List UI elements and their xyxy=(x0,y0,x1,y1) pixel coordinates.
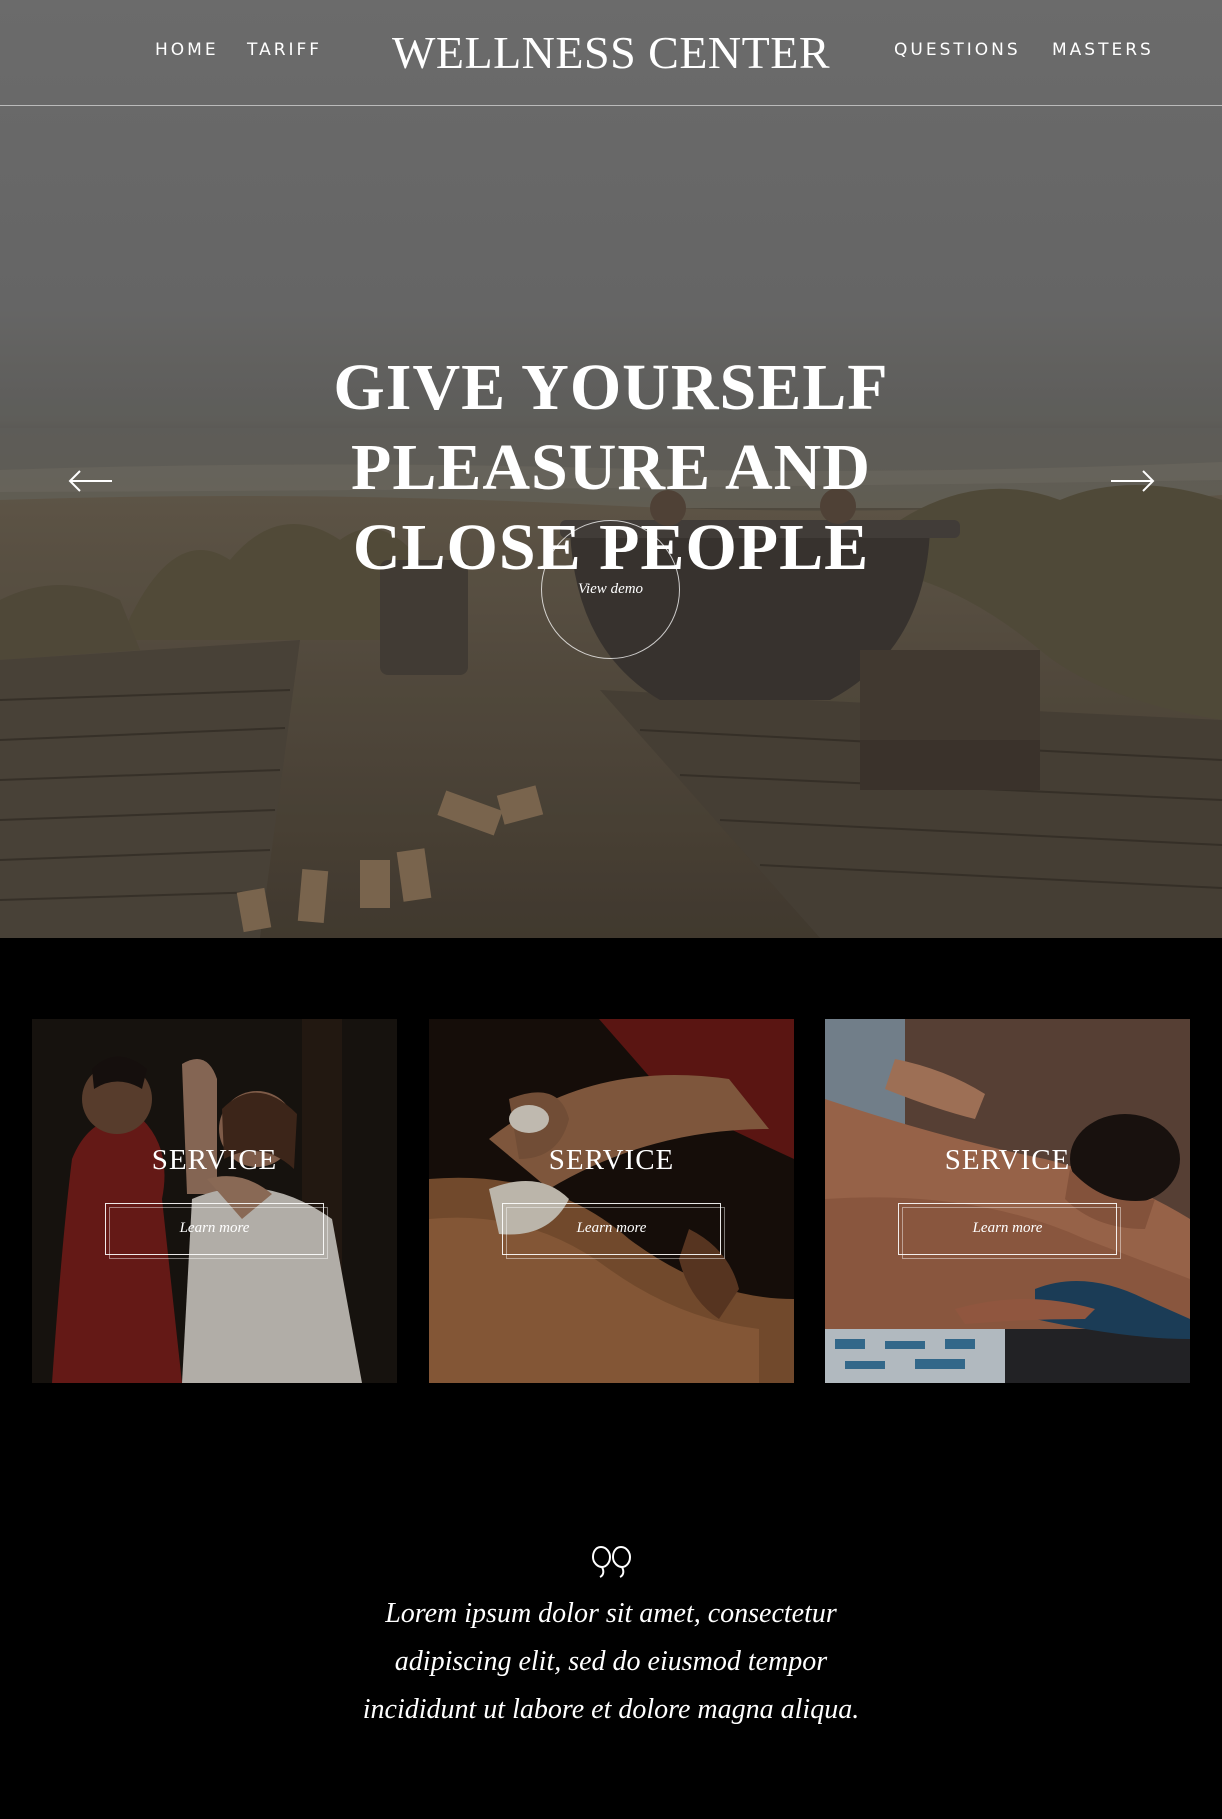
service-card-title: SERVICE xyxy=(151,1144,278,1176)
quote-line: incididunt ut labore et dolore magna ali… xyxy=(362,1694,860,1725)
hero-title-line: GIVE YOURSELF xyxy=(333,351,889,424)
arrow-left-icon[interactable] xyxy=(66,466,116,496)
service-card-title: SERVICE xyxy=(944,1144,1071,1176)
learn-more-label: Learn more xyxy=(179,1220,250,1236)
learn-more-label: Learn more xyxy=(972,1220,1043,1236)
service-card-title: SERVICE xyxy=(548,1144,675,1176)
hero-title-line: PLEASURE AND xyxy=(351,431,871,504)
learn-more-label: Learn more xyxy=(576,1220,647,1236)
service-card: SERVICE Learn more xyxy=(825,1019,1190,1383)
learn-more-button[interactable]: Learn more xyxy=(105,1203,328,1259)
site-header: HOME TARIFF WELLNESS CENTER QUESTIONS MA… xyxy=(0,0,1222,106)
brand-logo-text[interactable]: WELLNESS CENTER xyxy=(0,26,1222,79)
view-demo-label: View demo xyxy=(577,581,644,597)
arrow-right-icon[interactable] xyxy=(1107,466,1157,496)
nav-link-questions[interactable]: QUESTIONS xyxy=(894,40,1021,60)
testimonial-quote: Lorem ipsum dolor sit amet, consectetur … xyxy=(330,1590,892,1734)
nav-link-masters[interactable]: MASTERS xyxy=(1052,40,1154,60)
service-card-overlay xyxy=(825,1019,1190,1383)
learn-more-button[interactable]: Learn more xyxy=(502,1203,725,1259)
quote-line: Lorem ipsum dolor sit amet, consectetur xyxy=(385,1598,837,1629)
service-card: SERVICE Learn more xyxy=(32,1019,397,1383)
service-card-overlay xyxy=(429,1019,794,1383)
view-demo-button[interactable]: View demo xyxy=(541,520,680,659)
learn-more-button[interactable]: Learn more xyxy=(898,1203,1121,1259)
service-card: SERVICE Learn more xyxy=(429,1019,794,1383)
quote-line: adipiscing elit, sed do eiusmod tempor xyxy=(394,1646,828,1677)
quote-icon xyxy=(591,1546,632,1578)
hero-section: HOME TARIFF WELLNESS CENTER QUESTIONS MA… xyxy=(0,0,1222,938)
service-card-overlay xyxy=(32,1019,397,1383)
